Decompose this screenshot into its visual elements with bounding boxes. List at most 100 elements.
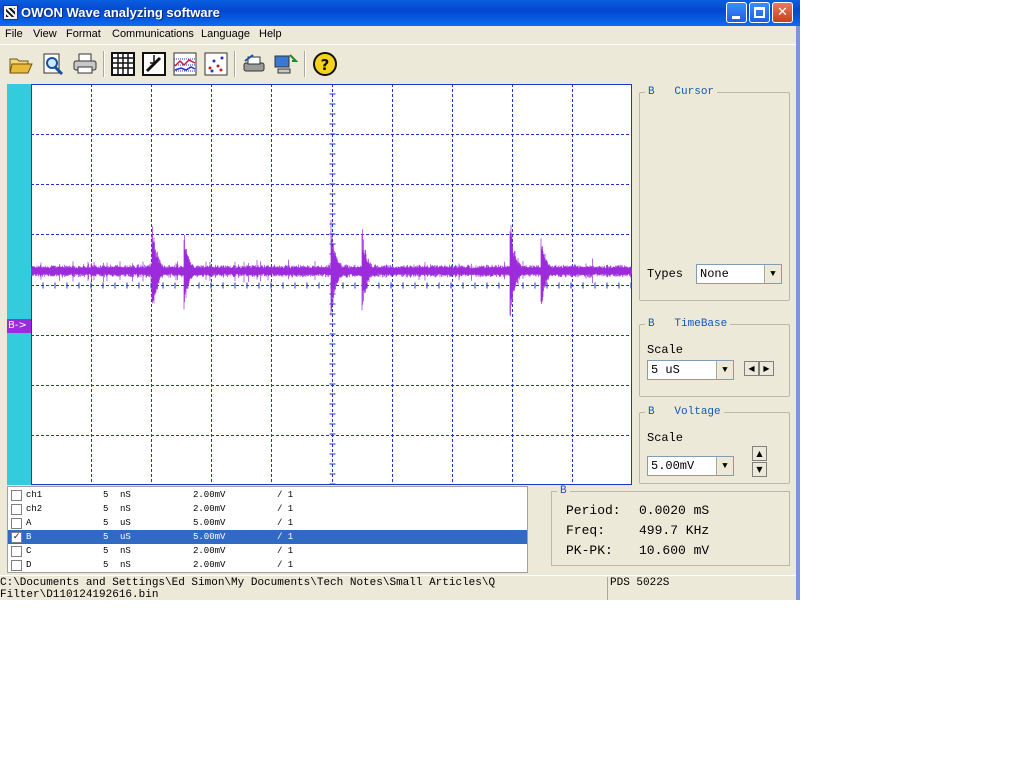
channel-ratio: / 1 [277, 504, 294, 514]
minimize-icon [732, 16, 740, 19]
svg-text:?: ? [321, 56, 330, 74]
channel-time: 5 [103, 504, 109, 514]
cursor-channel-label: B [648, 86, 655, 98]
voltage-channel-label: B [648, 406, 655, 418]
period-label: Period: [566, 503, 621, 518]
timebase-scale-label: Scale [647, 343, 684, 357]
channel-time-unit: uS [120, 518, 131, 528]
voltage-scale-select[interactable]: 5.00mV ▼ [647, 456, 734, 476]
menu-view[interactable]: View [33, 28, 57, 40]
channel-checkbox[interactable] [11, 490, 22, 501]
printer-settings-icon [243, 54, 265, 72]
chevron-down-icon[interactable]: ▼ [764, 265, 781, 283]
print-preview-icon [43, 53, 64, 76]
menu-language[interactable]: Language [201, 28, 250, 40]
channel-row-a[interactable]: A 5 uS 5.00mV / 1 [8, 516, 527, 530]
channel-b-marker[interactable]: B-> [7, 319, 31, 333]
title-bar[interactable]: OWON Wave analyzing software ✕ [0, 0, 800, 26]
maximize-button[interactable] [749, 2, 770, 23]
timebase-right-button[interactable]: ▶ [759, 361, 774, 376]
print-button[interactable] [72, 51, 98, 77]
open-button[interactable] [8, 51, 34, 77]
close-button[interactable]: ✕ [772, 2, 793, 23]
app-window: OWON Wave analyzing software ✕ File View… [0, 0, 800, 600]
channel-row-c[interactable]: C 5 nS 2.00mV / 1 [8, 544, 527, 558]
freq-value: 499.7 KHz [639, 523, 710, 538]
timebase-scale-value: 5 uS [651, 363, 680, 377]
waveform-display[interactable] [31, 84, 632, 485]
channel-ratio: / 1 [277, 560, 294, 570]
channel-checkbox[interactable] [11, 546, 22, 557]
chart-icon [173, 52, 197, 76]
channel-volt: 2.00mV [193, 560, 226, 570]
timebase-left-button[interactable]: ◀ [744, 361, 759, 376]
channel-checkbox[interactable] [11, 518, 22, 529]
print-icon [73, 53, 97, 74]
channel-checkbox[interactable]: ✓ [11, 532, 22, 543]
menu-file[interactable]: File [5, 28, 23, 40]
menu-format[interactable]: Format [66, 28, 101, 40]
freq-label: Freq: [566, 523, 606, 538]
print-preview-button[interactable] [40, 51, 66, 77]
arrow-down-icon: ▼ [756, 465, 763, 474]
voltage-down-button[interactable]: ▼ [752, 462, 767, 477]
window-border [796, 26, 800, 600]
timebase-panel: B TimeBase Scale 5 uS ▼ ◀ ▶ [639, 318, 790, 397]
channel-row-ch2[interactable]: ch2 5 nS 2.00mV / 1 [8, 502, 527, 516]
close-icon: ✕ [777, 5, 788, 20]
channel-strip [7, 84, 31, 485]
channel-volt: 2.00mV [193, 504, 226, 514]
channel-name: B [26, 532, 32, 542]
channel-checkbox[interactable] [11, 560, 22, 571]
cursor-types-select[interactable]: None ▼ [696, 264, 782, 284]
chevron-down-icon[interactable]: ▼ [716, 457, 733, 475]
arrow-up-icon: ▲ [756, 449, 763, 458]
voltage-up-button[interactable]: ▲ [752, 446, 767, 461]
channel-name: A [26, 518, 32, 528]
computer-button[interactable] [272, 51, 299, 77]
pkpk-value: 10.600 mV [639, 543, 710, 558]
cursor-types-value: None [700, 267, 729, 281]
channel-volt: 2.00mV [193, 490, 226, 500]
channel-name: D [26, 560, 32, 570]
channel-row-d[interactable]: D 5 nS 2.00mV / 1 [8, 558, 527, 572]
open-icon [9, 58, 33, 74]
cursor-panel-legend: B Cursor [645, 86, 718, 98]
scatter-button[interactable] [203, 51, 229, 77]
maximize-icon [754, 7, 765, 18]
chart-button[interactable] [172, 51, 198, 77]
channel-row-ch1[interactable]: ch1 5 nS 2.00mV / 1 [8, 488, 527, 502]
printer-settings-button[interactable] [241, 51, 267, 77]
channel-time-unit: nS [120, 504, 131, 514]
voltage-panel: B Voltage Scale 5.00mV ▼ ▲ ▼ [639, 406, 790, 484]
chevron-down-icon[interactable]: ▼ [716, 361, 733, 379]
window-title: OWON Wave analyzing software [21, 5, 220, 20]
calculator-button[interactable] [110, 51, 136, 77]
help-icon: ? [313, 52, 337, 76]
arrow-right-icon: ▶ [763, 364, 770, 373]
device-model: PDS 5022S [607, 577, 792, 600]
arrow-left-icon: ◀ [748, 364, 755, 373]
timebase-scale-select[interactable]: 5 uS ▼ [647, 360, 734, 380]
channel-ratio: / 1 [277, 518, 294, 528]
edit-button[interactable] [141, 51, 167, 77]
minimize-button[interactable] [726, 2, 747, 23]
channel-time: 5 [103, 532, 109, 542]
cursor-panel: B Cursor Types None ▼ [639, 86, 790, 301]
file-path: C:\Documents and Settings\Ed Simon\My Do… [0, 577, 606, 600]
menu-help[interactable]: Help [259, 28, 282, 40]
channel-row-b[interactable]: ✓ B 5 uS 5.00mV / 1 [8, 530, 527, 544]
channel-name: ch2 [26, 504, 43, 514]
status-bar: C:\Documents and Settings\Ed Simon\My Do… [0, 575, 796, 600]
edit-icon [142, 52, 166, 76]
channel-checkbox[interactable] [11, 504, 22, 515]
channel-time-unit: nS [120, 490, 131, 500]
channel-time: 5 [103, 560, 109, 570]
help-button[interactable]: ? [312, 51, 338, 77]
channel-ratio: / 1 [277, 546, 294, 556]
menu-communications[interactable]: Communications [112, 28, 194, 40]
channel-list: ch1 5 nS 2.00mV / 1 ch2 5 nS 2.00mV / 1 … [7, 486, 528, 573]
voltage-title: Voltage [674, 406, 721, 418]
file-path-line2: Filter\D110124192616.bin [0, 589, 159, 600]
voltage-panel-legend: B Voltage [645, 406, 724, 418]
